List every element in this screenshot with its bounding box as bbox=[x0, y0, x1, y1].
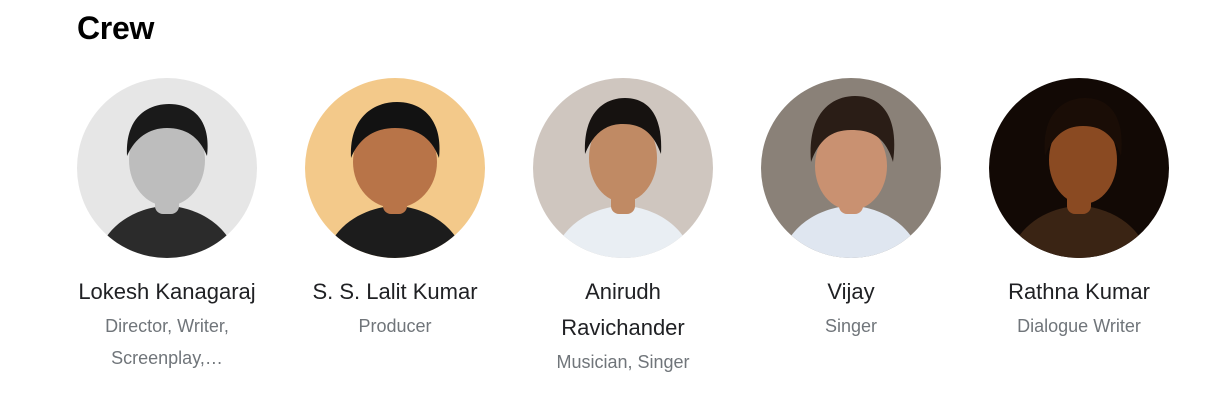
crew-name[interactable]: Anirudh Ravichander bbox=[523, 274, 723, 346]
crew-card-vijay[interactable]: Vijay Singer bbox=[741, 78, 961, 378]
crew-list: Lokesh Kanagaraj Director, Writer, Scree… bbox=[57, 78, 1189, 378]
crew-name[interactable]: Vijay bbox=[827, 274, 874, 310]
crew-role: Singer bbox=[824, 316, 878, 336]
person-photo bbox=[77, 78, 257, 258]
crew-name[interactable]: Lokesh Kanagaraj bbox=[78, 274, 255, 310]
person-photo bbox=[989, 78, 1169, 258]
crew-name[interactable]: Rathna Kumar bbox=[1008, 274, 1150, 310]
crew-role: Director, Writer, Screenplay,… bbox=[105, 316, 229, 368]
crew-card-rathna-kumar[interactable]: Rathna Kumar Dialogue Writer bbox=[969, 78, 1189, 378]
person-photo bbox=[761, 78, 941, 258]
avatar[interactable] bbox=[305, 78, 485, 258]
person-photo bbox=[533, 78, 713, 258]
crew-name[interactable]: S. S. Lalit Kumar bbox=[312, 274, 477, 310]
person-photo bbox=[305, 78, 485, 258]
crew-role: Musician, Singer bbox=[556, 352, 690, 372]
crew-card-anirudh-ravichander[interactable]: Anirudh Ravichander Musician, Singer bbox=[513, 78, 733, 378]
crew-card-lokesh-kanagaraj[interactable]: Lokesh Kanagaraj Director, Writer, Scree… bbox=[57, 78, 277, 378]
crew-card-lalit-kumar[interactable]: S. S. Lalit Kumar Producer bbox=[285, 78, 505, 378]
section-title: Crew bbox=[77, 10, 155, 46]
avatar[interactable] bbox=[761, 78, 941, 258]
avatar[interactable] bbox=[989, 78, 1169, 258]
avatar[interactable] bbox=[77, 78, 257, 258]
avatar[interactable] bbox=[533, 78, 713, 258]
crew-role: Producer bbox=[358, 316, 432, 336]
crew-role: Dialogue Writer bbox=[1017, 316, 1141, 336]
